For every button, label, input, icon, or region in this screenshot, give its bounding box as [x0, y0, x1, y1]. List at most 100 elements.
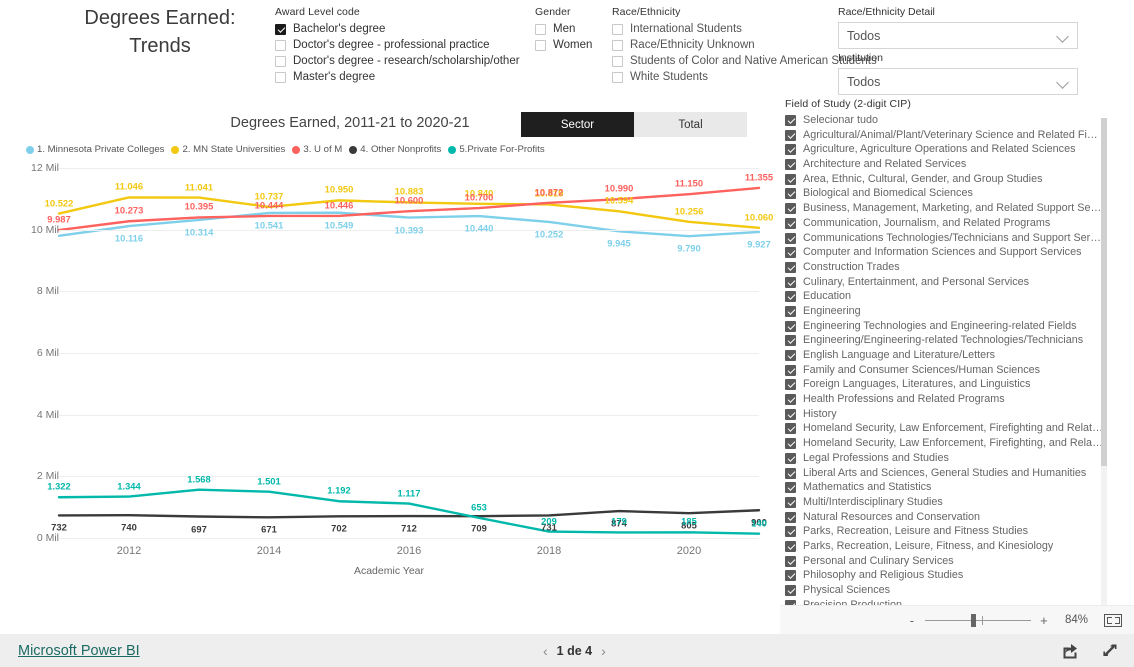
- checkbox-unchecked-icon[interactable]: [612, 24, 623, 35]
- field-of-study-option[interactable]: Foreign Languages, Literatures, and Ling…: [785, 378, 1107, 393]
- field-of-study-option[interactable]: Selecionar tudo: [785, 114, 1107, 129]
- power-bi-brand-link[interactable]: Microsoft Power BI: [18, 643, 140, 659]
- field-of-study-option[interactable]: Engineering Technologies and Engineering…: [785, 320, 1107, 335]
- award-level-option[interactable]: Bachelor's degree: [275, 23, 520, 36]
- toggle-total-button[interactable]: Total: [634, 112, 747, 137]
- checkbox-checked-icon[interactable]: [785, 526, 796, 538]
- checkbox-checked-icon[interactable]: [785, 320, 796, 332]
- checkbox-checked-icon[interactable]: [785, 335, 796, 347]
- field-of-study-option[interactable]: Natural Resources and Conservation: [785, 511, 1107, 526]
- field-of-study-option[interactable]: Physical Sciences: [785, 584, 1107, 599]
- race-detail-dropdown[interactable]: Todos: [838, 22, 1078, 49]
- checkbox-unchecked-icon[interactable]: [535, 40, 546, 51]
- award-level-option[interactable]: Doctor's degree - research/scholarship/o…: [275, 55, 520, 68]
- checkbox-checked-icon[interactable]: [785, 291, 796, 303]
- field-of-study-option[interactable]: Family and Consumer Sciences/Human Scien…: [785, 364, 1107, 379]
- field-of-study-option[interactable]: Culinary, Entertainment, and Personal Se…: [785, 276, 1107, 291]
- field-of-study-option[interactable]: Area, Ethnic, Cultural, Gender, and Grou…: [785, 173, 1107, 188]
- field-of-study-option[interactable]: English Language and Literature/Letters: [785, 349, 1107, 364]
- field-of-study-option[interactable]: Personal and Culinary Services: [785, 555, 1107, 570]
- field-of-study-option[interactable]: Parks, Recreation, Leisure and Fitness S…: [785, 525, 1107, 540]
- field-of-study-option[interactable]: Computer and Information Sciences and Su…: [785, 246, 1107, 261]
- checkbox-checked-icon[interactable]: [785, 496, 796, 508]
- checkbox-checked-icon[interactable]: [785, 144, 796, 156]
- checkbox-checked-icon[interactable]: [785, 364, 796, 376]
- field-of-study-option[interactable]: Homeland Security, Law Enforcement, Fire…: [785, 422, 1107, 437]
- field-of-study-option[interactable]: Agricultural/Animal/Plant/Veterinary Sci…: [785, 129, 1107, 144]
- zoom-in-button[interactable]: +: [1037, 613, 1051, 628]
- legend-item[interactable]: 3. U of M: [292, 144, 342, 155]
- field-of-study-option[interactable]: Architecture and Related Services: [785, 158, 1107, 173]
- checkbox-checked-icon[interactable]: [785, 261, 796, 273]
- fit-to-page-icon[interactable]: [1104, 613, 1122, 627]
- field-of-study-option[interactable]: Homeland Security, Law Enforcement, Fire…: [785, 437, 1107, 452]
- checkbox-checked-icon[interactable]: [785, 217, 796, 229]
- institution-dropdown[interactable]: Todos: [838, 68, 1078, 95]
- checkbox-checked-icon[interactable]: [275, 24, 286, 35]
- checkbox-checked-icon[interactable]: [785, 394, 796, 406]
- checkbox-checked-icon[interactable]: [785, 232, 796, 244]
- checkbox-unchecked-icon[interactable]: [275, 72, 286, 83]
- field-of-study-option[interactable]: History: [785, 408, 1107, 423]
- gender-option[interactable]: Men: [535, 23, 592, 36]
- checkbox-checked-icon[interactable]: [785, 540, 796, 552]
- checkbox-checked-icon[interactable]: [785, 350, 796, 361]
- field-of-study-option[interactable]: Engineering/Engineering-related Technolo…: [785, 334, 1107, 349]
- field-of-study-option[interactable]: Construction Trades: [785, 261, 1107, 276]
- legend-item[interactable]: 2. MN State Universities: [171, 144, 285, 155]
- checkbox-checked-icon[interactable]: [785, 511, 796, 523]
- field-of-study-option[interactable]: Legal Professions and Studies: [785, 452, 1107, 467]
- checkbox-checked-icon[interactable]: [785, 438, 796, 450]
- field-of-study-option[interactable]: Philosophy and Religious Studies: [785, 569, 1107, 584]
- toggle-sector-button[interactable]: Sector: [521, 112, 634, 137]
- award-level-option[interactable]: Doctor's degree - professional practice: [275, 39, 520, 52]
- chevron-right-icon[interactable]: ›: [592, 643, 615, 659]
- fullscreen-icon[interactable]: [1102, 643, 1118, 659]
- checkbox-checked-icon[interactable]: [785, 585, 796, 596]
- field-of-study-scrollbar-thumb[interactable]: [1101, 118, 1107, 466]
- checkbox-checked-icon[interactable]: [785, 159, 796, 171]
- checkbox-unchecked-icon[interactable]: [535, 24, 546, 35]
- checkbox-checked-icon[interactable]: [785, 188, 796, 200]
- zoom-slider[interactable]: [924, 613, 1031, 627]
- gender-option[interactable]: Women: [535, 39, 592, 52]
- checkbox-unchecked-icon[interactable]: [612, 72, 623, 83]
- checkbox-checked-icon[interactable]: [785, 129, 796, 141]
- checkbox-checked-icon[interactable]: [785, 452, 796, 464]
- field-of-study-option[interactable]: Communications Technologies/Technicians …: [785, 232, 1107, 247]
- field-of-study-option[interactable]: Multi/Interdisciplinary Studies: [785, 496, 1107, 511]
- field-of-study-option[interactable]: Education: [785, 290, 1107, 305]
- award-level-option[interactable]: Master's degree: [275, 71, 520, 84]
- field-of-study-option[interactable]: Engineering: [785, 305, 1107, 320]
- checkbox-checked-icon[interactable]: [785, 115, 796, 126]
- checkbox-checked-icon[interactable]: [785, 247, 796, 259]
- checkbox-checked-icon[interactable]: [785, 555, 796, 567]
- legend-item[interactable]: 1. Minnesota Private Colleges: [26, 144, 164, 155]
- checkbox-checked-icon[interactable]: [785, 276, 796, 288]
- checkbox-unchecked-icon[interactable]: [612, 56, 623, 67]
- legend-item[interactable]: 4. Other Nonprofits: [349, 144, 441, 155]
- field-of-study-option[interactable]: Mathematics and Statistics: [785, 481, 1107, 496]
- checkbox-unchecked-icon[interactable]: [275, 40, 286, 51]
- field-of-study-option[interactable]: Business, Management, Marketing, and Rel…: [785, 202, 1107, 217]
- checkbox-unchecked-icon[interactable]: [612, 40, 623, 51]
- checkbox-checked-icon[interactable]: [785, 203, 796, 215]
- legend-item[interactable]: 5.Private For-Profits: [448, 144, 545, 155]
- checkbox-checked-icon[interactable]: [785, 173, 796, 185]
- field-of-study-option[interactable]: Liberal Arts and Sciences, General Studi…: [785, 467, 1107, 482]
- checkbox-checked-icon[interactable]: [785, 305, 796, 317]
- checkbox-checked-icon[interactable]: [785, 408, 796, 420]
- field-of-study-option[interactable]: Parks, Recreation, Leisure, Fitness, and…: [785, 540, 1107, 555]
- checkbox-checked-icon[interactable]: [785, 379, 796, 391]
- checkbox-checked-icon[interactable]: [785, 570, 796, 582]
- field-of-study-option[interactable]: Communication, Journalism, and Related P…: [785, 217, 1107, 232]
- checkbox-checked-icon[interactable]: [785, 423, 796, 435]
- field-of-study-option[interactable]: Agriculture, Agriculture Operations and …: [785, 143, 1107, 158]
- checkbox-checked-icon[interactable]: [785, 467, 796, 479]
- share-icon[interactable]: [1062, 643, 1078, 659]
- checkbox-checked-icon[interactable]: [785, 482, 796, 494]
- zoom-slider-thumb[interactable]: [970, 613, 976, 627]
- zoom-out-button[interactable]: -: [905, 613, 919, 628]
- checkbox-unchecked-icon[interactable]: [275, 56, 286, 67]
- field-of-study-option[interactable]: Health Professions and Related Programs: [785, 393, 1107, 408]
